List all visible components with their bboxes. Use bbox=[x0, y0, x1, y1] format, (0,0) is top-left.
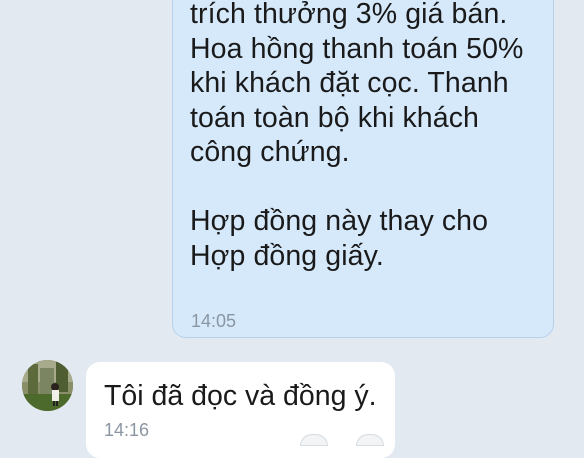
incoming-message-bubble[interactable]: Tôi đã đọc và đồng ý. 14:16 bbox=[86, 362, 395, 458]
outgoing-message-text: trích thưởng 3% giá bán. Hoa hồng thanh … bbox=[190, 0, 524, 272]
chat-message-list[interactable]: trích thưởng 3% giá bán. Hoa hồng thanh … bbox=[0, 0, 584, 458]
incoming-message-text: Tôi đã đọc và đồng ý. bbox=[104, 380, 377, 412]
avatar-photo-icon bbox=[22, 360, 73, 411]
sender-avatar[interactable] bbox=[22, 360, 73, 411]
outgoing-message-bubble[interactable]: trích thưởng 3% giá bán. Hoa hồng thanh … bbox=[172, 0, 554, 338]
outgoing-message-time: 14:05 bbox=[191, 311, 237, 331]
